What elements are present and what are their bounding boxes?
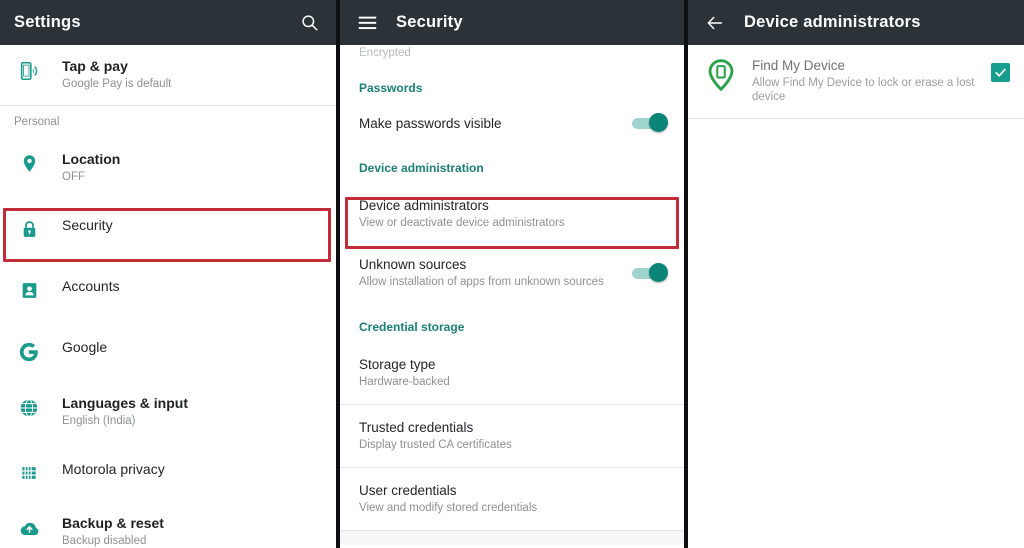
security-item-text: User credentials View and modify stored …	[359, 482, 668, 516]
page-title: Settings	[14, 13, 81, 31]
find-my-device-icon	[702, 58, 740, 92]
security-item-title: User credentials	[359, 483, 457, 498]
settings-item-title: Languages & input	[62, 395, 188, 411]
settings-item-title: Security	[62, 217, 113, 233]
security-item-user-credentials[interactable]: User credentials View and modify stored …	[340, 468, 684, 530]
settings-item-backup-and-reset[interactable]: Backup & reset Backup disabled	[0, 502, 336, 548]
hamburger-menu-icon[interactable]	[354, 10, 380, 36]
settings-item-text: Security	[44, 217, 320, 234]
security-item-text: Trusted credentials Display trusted CA c…	[359, 419, 668, 453]
toggle-unknown-sources[interactable]	[632, 263, 668, 283]
cloud-upload-icon	[14, 517, 44, 540]
globe-icon	[14, 397, 44, 419]
device-administrators-list: Find My Device Allow Find My Device to l…	[688, 45, 1024, 119]
section-header-device-administration: Device administration	[359, 161, 484, 175]
settings-item-tap-and-pay[interactable]: Tap & pay Google Pay is default	[0, 45, 336, 105]
security-panel: Security Encrypted Passwords Make passwo…	[340, 0, 684, 548]
security-item-subtitle: Allow installation of apps from unknown …	[359, 276, 604, 288]
toggle-make-passwords-visible[interactable]	[632, 113, 668, 133]
security-item-trusted-credentials[interactable]: Trusted credentials Display trusted CA c…	[340, 405, 684, 467]
back-arrow-icon[interactable]	[702, 10, 728, 36]
section-header-personal: Personal	[14, 116, 60, 128]
location-pin-icon	[14, 153, 44, 174]
settings-item-text: Tap & pay Google Pay is default	[44, 58, 320, 92]
security-item-text: Device administrators View or deactivate…	[359, 197, 668, 231]
list-bottom-filler	[340, 531, 684, 545]
google-g-icon	[14, 341, 44, 363]
security-list: Encrypted Passwords Make passwords visib…	[340, 45, 684, 545]
settings-item-subtitle: Backup disabled	[62, 535, 147, 547]
security-item-title: Unknown sources	[359, 257, 467, 272]
settings-item-text: Backup & reset Backup disabled	[44, 515, 320, 548]
security-item-device-administrators[interactable]: Device administrators View or deactivate…	[340, 185, 684, 244]
device-administrators-panel: Device administrators Find My Device All…	[688, 0, 1024, 548]
settings-item-subtitle: English (India)	[62, 415, 136, 427]
settings-item-subtitle: OFF	[62, 171, 85, 183]
divider	[688, 118, 1024, 119]
section-header-credential-storage: Credential storage	[359, 320, 465, 334]
settings-item-title: Tap & pay	[62, 58, 128, 74]
toggle-thumb	[649, 263, 668, 282]
page-title: Security	[396, 13, 463, 31]
security-item-storage-type[interactable]: Storage type Hardware-backed	[340, 346, 684, 404]
security-item-subtitle: View or deactivate device administrators	[359, 217, 565, 229]
settings-item-text: Languages & input English (India)	[44, 395, 320, 429]
settings-item-location[interactable]: Location OFF	[0, 138, 336, 198]
toggle-thumb	[649, 113, 668, 132]
settings-item-title: Accounts	[62, 278, 120, 294]
settings-item-text: Motorola privacy	[44, 461, 320, 478]
page-title: Device administrators	[744, 13, 921, 31]
checkbox-find-my-device[interactable]	[991, 63, 1010, 82]
settings-item-text: Google	[44, 339, 320, 356]
settings-panel: Settings Tap & pay Google Pay is default	[0, 0, 336, 548]
nfc-phone-icon	[14, 60, 44, 82]
settings-item-subtitle: Google Pay is default	[62, 78, 172, 90]
settings-item-title: Location	[62, 151, 121, 167]
security-item-text: Storage type Hardware-backed	[359, 356, 668, 390]
settings-item-title: Google	[62, 339, 108, 355]
device-admin-item-find-my-device[interactable]: Find My Device Allow Find My Device to l…	[688, 45, 1024, 118]
person-card-icon	[14, 280, 44, 301]
security-item-subtitle: View and modify stored credentials	[359, 502, 538, 514]
device-admin-item-title: Find My Device	[752, 58, 846, 73]
search-icon[interactable]	[296, 10, 322, 36]
security-item-title: Storage type	[359, 357, 436, 372]
security-item-title: Make passwords visible	[359, 115, 502, 131]
settings-item-text: Accounts	[44, 278, 320, 295]
settings-appbar: Settings	[0, 0, 336, 45]
settings-item-google[interactable]: Google	[0, 320, 336, 382]
device-admin-item-subtitle: Allow Find My Device to lock or erase a …	[752, 77, 975, 103]
security-item-subtitle: Display trusted CA certificates	[359, 439, 512, 451]
grid-privacy-icon	[14, 463, 44, 483]
settings-item-languages-and-input[interactable]: Languages & input English (India)	[0, 382, 336, 442]
security-item-text: Make passwords visible	[359, 115, 624, 132]
settings-item-text: Location OFF	[44, 151, 320, 185]
security-item-title: Trusted credentials	[359, 420, 474, 435]
settings-list: Tap & pay Google Pay is default Personal…	[0, 45, 336, 548]
security-item-text: Unknown sources Allow installation of ap…	[359, 256, 624, 290]
security-item-unknown-sources[interactable]: Unknown sources Allow installation of ap…	[340, 244, 684, 302]
settings-item-accounts[interactable]: Accounts	[0, 259, 336, 320]
security-item-make-passwords-visible[interactable]: Make passwords visible	[340, 101, 684, 145]
settings-item-motorola-privacy[interactable]: Motorola privacy	[0, 442, 336, 502]
security-appbar: Security	[340, 0, 684, 45]
security-item-subtitle: Hardware-backed	[359, 376, 450, 388]
security-item-title: Device administrators	[359, 198, 489, 213]
settings-item-title: Motorola privacy	[62, 461, 165, 477]
device-admin-item-text: Find My Device Allow Find My Device to l…	[740, 57, 985, 104]
device-administrators-appbar: Device administrators	[688, 0, 1024, 45]
scrolled-off-label: Encrypted	[359, 47, 411, 59]
section-header-passwords: Passwords	[359, 81, 423, 95]
settings-item-title: Backup & reset	[62, 515, 164, 531]
settings-item-security[interactable]: Security	[0, 198, 336, 259]
lock-icon	[14, 219, 44, 240]
